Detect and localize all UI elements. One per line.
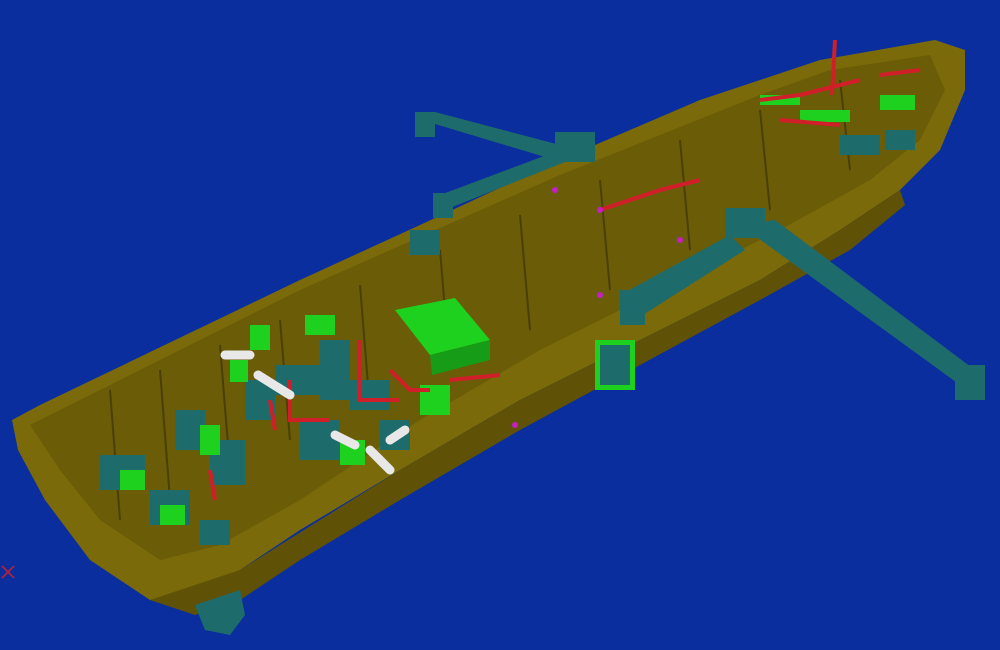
ship-model-render [1, 39, 985, 635]
3d-model-viewport[interactable] [0, 0, 1000, 650]
hull-opening-inner [600, 345, 630, 385]
axis-cross-icon [1, 565, 15, 579]
hull-opening-aft [410, 230, 440, 255]
